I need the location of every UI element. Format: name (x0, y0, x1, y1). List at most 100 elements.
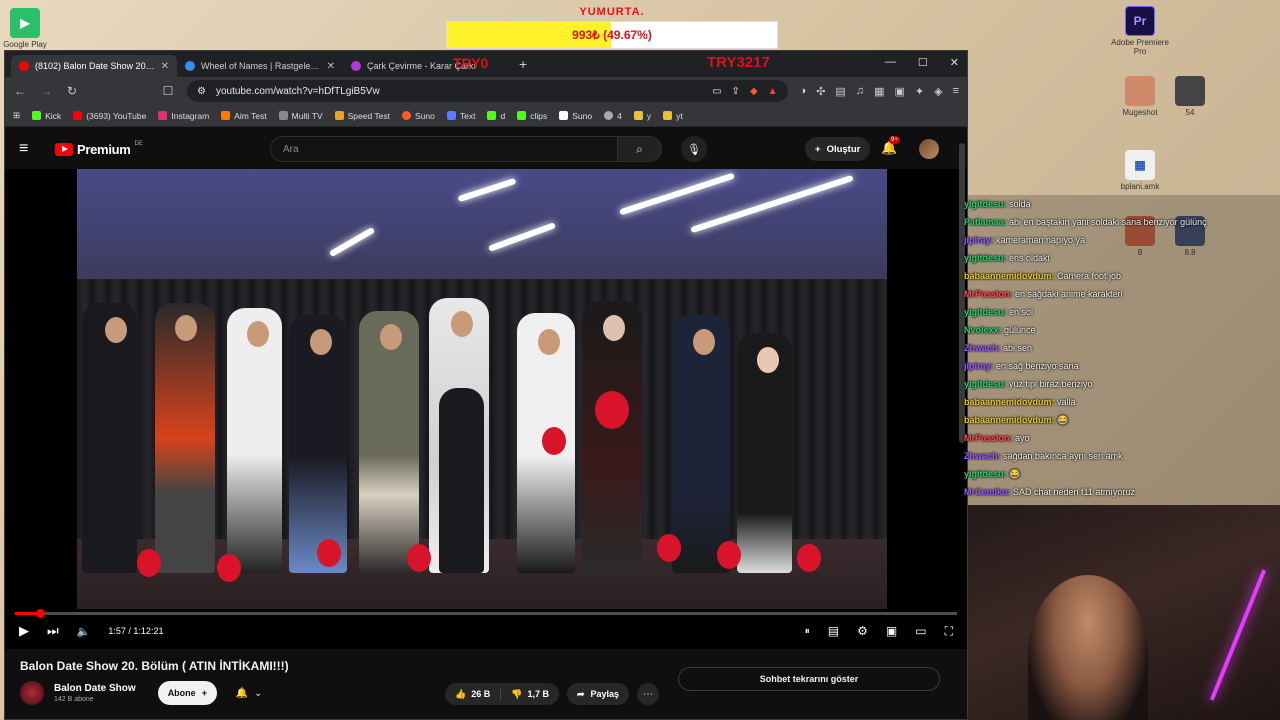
chat-message: MrPassion: ayo (960, 429, 1235, 447)
notifications-button[interactable]: 🔔 9+ (881, 136, 900, 156)
show-chat-replay-button[interactable]: Sohbet tekrarını göster (678, 667, 940, 691)
subtitles-icon[interactable]: ▤ (828, 624, 839, 638)
google-play-icon: ▶ (10, 8, 40, 38)
chat-message: Nvolexx: gülünce (960, 321, 1235, 339)
tab-wheel-of-names[interactable]: Wheel of Names | Rastgele ad seçici ✕ (177, 55, 343, 77)
video-scrubber-handle[interactable] (36, 609, 46, 618)
logo-region: DE (134, 141, 143, 147)
sidebar-icon[interactable]: ▤ (835, 85, 845, 98)
minimize-icon[interactable]: — (885, 56, 896, 69)
desktop-icon-bplani[interactable]: ▦ bplani.amk (1110, 150, 1170, 191)
chat-message: Patlamaa: abi en baştakin yani soldaki s… (960, 213, 1235, 231)
bookmark-4[interactable]: 4 (604, 111, 622, 121)
brave-rewards-icon[interactable]: ▲ (768, 86, 778, 97)
back-arrow-icon[interactable]: ← (13, 84, 27, 98)
bookmark-icon[interactable]: ☐ (161, 84, 175, 98)
chat-username: MrPassion: (964, 289, 1013, 299)
video-scene-head (538, 329, 560, 355)
folder-icon (633, 111, 643, 120)
play-icon[interactable]: ▶ (19, 623, 29, 639)
brave-shield-icon[interactable]: ◆ (750, 86, 758, 97)
chat-text: sağdan bakınca aynı sen amk (1000, 451, 1123, 461)
bookmark-suno-2[interactable]: Suno (559, 111, 592, 121)
address-bar[interactable]: ⚙ youtube.com/watch?v=hDfTLgiB5Vw ▭ ⇪ ◆ … (187, 80, 788, 102)
video-scene-person (582, 301, 642, 573)
vpn-icon[interactable]: ◈ (934, 85, 942, 98)
chat-username: yigitdesu: (964, 253, 1007, 263)
close-window-icon[interactable]: ✕ (950, 56, 959, 69)
site-info-icon[interactable]: ⚙ (197, 86, 206, 97)
bookmark-instagram[interactable]: Instagram (158, 111, 209, 121)
chat-username: Zhwach: (964, 343, 1001, 353)
video-scene-head (175, 315, 197, 341)
close-tab-icon[interactable]: ✕ (327, 61, 335, 72)
notification-bell-button[interactable]: 🔔 ⌄ (229, 681, 269, 705)
bookmark-text[interactable]: Text (446, 111, 475, 121)
theater-mode-icon[interactable]: ▭ (915, 624, 926, 638)
bookmark-clips[interactable]: clips (517, 111, 547, 121)
bookmark-suno[interactable]: Suno (402, 111, 435, 121)
settings-gear-icon[interactable]: ⚙ (857, 624, 868, 638)
bookmark-aim-test[interactable]: Aim Test (221, 111, 267, 121)
video-scene-balloon (595, 391, 629, 429)
video-scene-head (105, 317, 127, 343)
extension-icon[interactable]: ◑ (800, 85, 807, 98)
desktop-icon-premiere[interactable]: Pr Adobe Premiere Pro (1110, 6, 1170, 56)
bookmark-folder-yt[interactable]: yt (663, 111, 683, 121)
bookmark-speed-test[interactable]: Speed Test (334, 111, 390, 121)
bookmark-d[interactable]: d (487, 111, 505, 121)
reload-icon[interactable]: ↻ (65, 84, 79, 98)
search-input[interactable] (270, 136, 618, 162)
new-tab-plus-icon[interactable]: + (519, 56, 527, 72)
video-player[interactable]: ▶ ⏭ 🔈 1:57 / 1:12:21 ⏸ ▤ ⚙ ▣ ▭ ⛶ (5, 169, 967, 649)
tab-youtube[interactable]: (8102) Balon Date Show 20. Bölü ✕ (11, 55, 177, 77)
ai-icon[interactable]: ✦ (915, 85, 924, 98)
desktop-icon-google-play[interactable]: ▶ Google Play (0, 8, 55, 49)
video-scene-balloon (542, 427, 566, 455)
account-avatar[interactable] (919, 139, 939, 159)
bookmark-youtube[interactable]: (3693) YouTube (73, 111, 146, 121)
maximize-icon[interactable]: ☐ (918, 56, 928, 69)
clips-icon (517, 111, 527, 120)
subscribe-button[interactable]: Abone + (157, 681, 217, 705)
voice-search-button[interactable]: 🎙 (681, 136, 707, 162)
chat-message: jipiray: kameraman napıyo ya (960, 231, 1235, 249)
bookmark-multi-tv[interactable]: Multi TV (278, 111, 323, 121)
desktop-icon-54[interactable]: 54 (1160, 76, 1220, 117)
video-scene-head (380, 324, 402, 350)
menu-icon[interactable]: ≡ (953, 85, 959, 98)
bookmark-kick[interactable]: Kick (32, 111, 61, 121)
bookmark-folder-y[interactable]: y (633, 111, 651, 121)
forward-arrow-icon[interactable]: → (39, 84, 53, 98)
media-icon[interactable]: ▦ (874, 85, 884, 98)
search-button[interactable]: ⌕ (618, 136, 662, 162)
channel-name[interactable]: Balon Date Show (54, 683, 136, 694)
close-tab-icon[interactable]: ✕ (161, 61, 169, 72)
stream-overlay-try3217: TRY3217 (707, 54, 770, 71)
autoplay-toggle-icon[interactable]: ⏸ (805, 626, 810, 637)
share-button[interactable]: ➦ Paylaş (566, 683, 630, 705)
channel-avatar[interactable] (20, 681, 44, 705)
hamburger-menu-icon[interactable]: ≡ (19, 140, 43, 158)
music-icon[interactable]: ♫ (856, 85, 864, 98)
create-button[interactable]: + Oluştur (805, 137, 871, 161)
dislike-button[interactable]: 👎 1,7 B (501, 689, 559, 700)
puzzle-icon[interactable]: ✣ (816, 85, 825, 98)
wheel-favicon-icon (351, 61, 361, 71)
wallet-icon[interactable]: ▣ (894, 85, 904, 98)
next-video-icon[interactable]: ⏭ (47, 623, 59, 639)
youtube-premium-logo[interactable]: Premium DE (55, 141, 143, 157)
video-frame[interactable] (77, 169, 887, 609)
apps-grid-icon[interactable]: ⊞ (13, 110, 20, 121)
video-progress-bar[interactable] (15, 609, 957, 618)
bookmark-label: Instagram (171, 110, 210, 121)
miniplayer-icon[interactable]: ▣ (886, 624, 897, 638)
video-scene-ceiling (77, 169, 887, 289)
desktop-icon-label: Google Play (3, 40, 47, 49)
share-icon[interactable]: ⇪ (732, 86, 740, 97)
volume-icon[interactable]: 🔈 (77, 625, 91, 638)
like-button[interactable]: 👍 26 B (445, 688, 502, 700)
cast-icon[interactable]: ▭ (712, 86, 721, 97)
fullscreen-icon[interactable]: ⛶ (945, 624, 953, 639)
more-actions-button[interactable]: ⋯ (637, 683, 660, 705)
